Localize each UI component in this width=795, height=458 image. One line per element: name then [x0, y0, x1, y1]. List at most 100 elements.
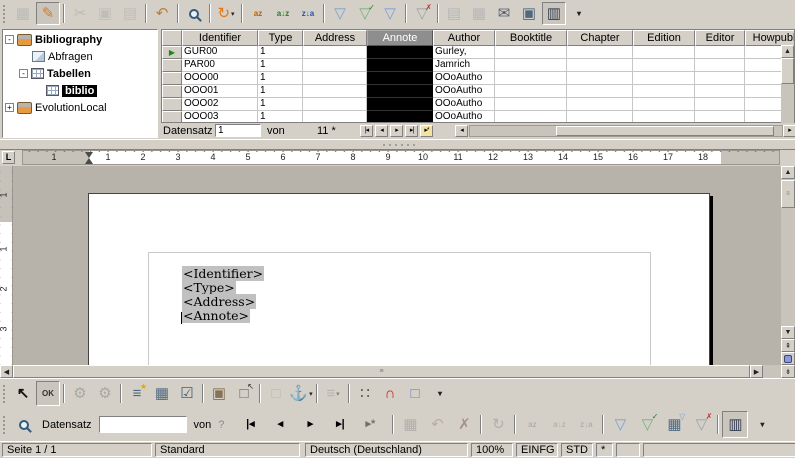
toolbar-grip[interactable] — [3, 385, 7, 403]
next-record-button[interactable]: ▸ — [390, 125, 403, 137]
mail-merge-field[interactable]: <Address> — [182, 294, 256, 309]
column-header-howpublis[interactable]: Howpublis — [745, 30, 795, 46]
grid-cell[interactable] — [303, 111, 367, 123]
column-header-type[interactable]: Type — [258, 30, 303, 46]
tree-item-evolutionlocal[interactable]: +EvolutionLocal — [3, 99, 157, 116]
grid-cell[interactable] — [367, 111, 433, 123]
grid-cell[interactable] — [633, 98, 695, 111]
status-document-modified[interactable]: * — [596, 443, 613, 457]
grid-cell[interactable] — [495, 46, 567, 59]
navigation-button[interactable] — [781, 352, 795, 365]
grid-cell[interactable] — [695, 98, 745, 111]
find-record-button[interactable] — [11, 411, 37, 438]
text-frame[interactable]: <Identifier><Type><Address><Annote> — [148, 252, 651, 365]
grid-cell[interactable] — [633, 46, 695, 59]
grid-cell[interactable] — [567, 72, 633, 85]
toolbar-grip[interactable] — [3, 5, 7, 23]
grid-cell[interactable] — [633, 85, 695, 98]
grid-cell[interactable]: 1 — [258, 111, 303, 123]
row-header[interactable] — [162, 72, 182, 85]
show-grid-button[interactable]: ∷ — [353, 381, 377, 406]
tab-stop-selector[interactable]: L — [2, 151, 15, 164]
change-anchor-button[interactable]: ⚓▾ — [289, 381, 313, 406]
grid-cell[interactable]: OOO00 — [182, 72, 258, 85]
last-record-button[interactable]: ▸| — [327, 411, 353, 438]
previous-record-button[interactable]: ◂ — [375, 125, 388, 137]
grid-cell[interactable] — [695, 85, 745, 98]
column-header-identifier[interactable]: Identifier — [182, 30, 258, 46]
grid-cell[interactable] — [303, 59, 367, 72]
grid-cell[interactable] — [495, 72, 567, 85]
grid-cell[interactable] — [567, 46, 633, 59]
grid-cell[interactable] — [303, 98, 367, 111]
data-source-of-current-document-button[interactable]: ▣ — [517, 2, 541, 25]
row-header[interactable] — [162, 98, 182, 111]
grid-cell[interactable] — [367, 46, 433, 59]
column-header-edition[interactable]: Edition — [633, 30, 695, 46]
tree-item-bibliography[interactable]: -Bibliography — [3, 31, 157, 48]
grid-hscroll-thumb[interactable] — [556, 126, 774, 136]
form-based-filters-button[interactable]: ▦▽ — [661, 411, 687, 438]
grid-cell[interactable]: OOO01 — [182, 85, 258, 98]
column-header-booktitle[interactable]: Booktitle — [495, 30, 567, 46]
row-header[interactable] — [162, 85, 182, 98]
gallery-button[interactable]: ▣ — [207, 381, 231, 406]
data-source-as-table-button[interactable]: ▥ — [722, 411, 748, 438]
status-language[interactable]: Deutsch (Deutschland) — [305, 443, 468, 457]
record-number-input[interactable] — [99, 416, 187, 433]
document-horizontal-scrollbar[interactable]: ◀ ≡ ▶ — [0, 365, 781, 378]
sort-ascending-button[interactable]: a↓z — [271, 2, 295, 25]
scroll-up-icon[interactable]: ▲ — [781, 45, 794, 58]
refresh-button[interactable]: ↻▾ — [214, 2, 238, 25]
status-selection-mode[interactable]: STD — [561, 443, 593, 457]
grid-cell[interactable] — [695, 46, 745, 59]
toolbar-more-button[interactable]: ▾ — [567, 2, 591, 25]
collapse-icon[interactable]: - — [5, 35, 14, 44]
grid-cell[interactable] — [695, 72, 745, 85]
mail-merge-field[interactable]: <Identifier> — [182, 266, 264, 281]
datasource-document-splitter[interactable] — [0, 139, 795, 150]
grid-cell[interactable] — [303, 46, 367, 59]
document-vertical-scrollbar[interactable]: ▲ ≡ ▼ ⇞ ⇟ — [781, 166, 795, 378]
grid-cell[interactable] — [303, 72, 367, 85]
apply-filter-form-button[interactable]: ▽✓ — [634, 411, 660, 438]
design-mode-on-off-button[interactable]: OK — [36, 381, 60, 406]
hscroll-right-icon[interactable]: ▸ — [783, 125, 795, 137]
next-record-button[interactable]: ▸ — [297, 411, 323, 438]
scroll-left-icon[interactable]: ◀ — [0, 365, 13, 378]
sort-descending-button[interactable]: z↓a — [296, 2, 320, 25]
autofilter-button[interactable]: ▽ — [328, 2, 352, 25]
record-number-input[interactable] — [215, 124, 261, 137]
grid-cell[interactable] — [367, 72, 433, 85]
grid-cell[interactable]: PAR00 — [182, 59, 258, 72]
grid-cell[interactable] — [633, 72, 695, 85]
first-record-button[interactable]: |◂ — [237, 411, 263, 438]
scroll-right-icon[interactable]: ▶ — [750, 365, 763, 378]
grid-cell[interactable] — [303, 85, 367, 98]
autofilter-form-button[interactable]: ▽ — [607, 411, 633, 438]
grid-cell[interactable] — [567, 98, 633, 111]
new-record-button[interactable]: ▸* — [420, 125, 433, 137]
grid-cell[interactable] — [633, 111, 695, 123]
last-record-button[interactable]: ▸| — [405, 125, 418, 137]
grid-cell[interactable] — [367, 85, 433, 98]
status-empty-2[interactable] — [643, 443, 795, 457]
grid-horizontal-scrollbar[interactable] — [469, 125, 783, 137]
align-dropdown-icon[interactable]: ▾ — [336, 390, 340, 398]
grid-cell[interactable]: 1 — [258, 85, 303, 98]
scroll-up-icon[interactable]: ▲ — [781, 166, 795, 179]
grid-cell[interactable]: 1 — [258, 59, 303, 72]
select-object-button[interactable]: □↖ — [232, 381, 256, 406]
expand-icon[interactable]: + — [5, 103, 14, 112]
splitter-handle[interactable] — [381, 143, 415, 147]
sort-button[interactable]: az — [246, 2, 270, 25]
snap-to-grid-button[interactable]: ∩ — [378, 381, 402, 406]
grid-cell[interactable] — [495, 85, 567, 98]
grid-cell[interactable]: 1 — [258, 98, 303, 111]
row-header[interactable] — [162, 111, 182, 123]
first-record-button[interactable]: |◂ — [360, 125, 373, 137]
hscroll-left-icon[interactable]: ◂ — [455, 125, 468, 137]
row-header[interactable] — [162, 59, 182, 72]
grid-cell[interactable] — [495, 59, 567, 72]
previous-record-button[interactable]: ◂ — [267, 411, 293, 438]
